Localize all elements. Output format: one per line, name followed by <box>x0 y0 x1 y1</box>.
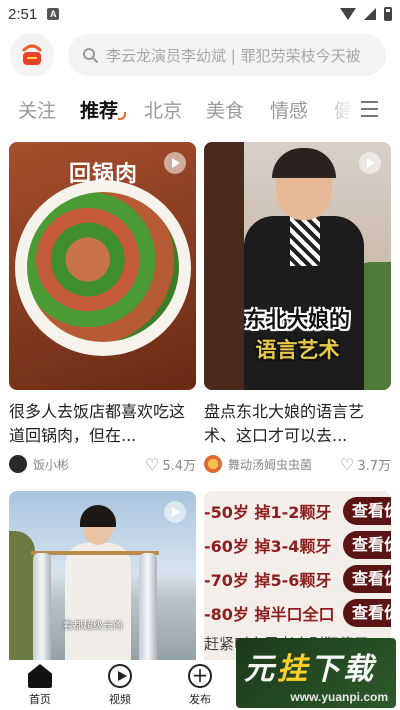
card-title[interactable]: 盘点东北大娘的语言艺术、这口才可以去... <box>204 400 391 448</box>
likes-value: 5.4万 <box>162 458 196 474</box>
nav-home[interactable]: 首页 <box>0 660 80 707</box>
video-thumbnail[interactable]: 回锅肉 <box>9 142 196 390</box>
active-tab-indicator <box>118 112 126 120</box>
signal-icon <box>364 8 376 20</box>
nav-video[interactable]: 视频 <box>80 660 160 707</box>
watermark-logo-tail: 下载 <box>310 652 376 687</box>
play-icon <box>164 152 186 174</box>
wifi-icon <box>340 8 356 20</box>
tab-fade <box>320 92 354 128</box>
status-icons <box>340 7 392 21</box>
nav-label: 视频 <box>109 693 131 706</box>
card-meta: 饭小彬 ♡ 5.4万 <box>9 454 196 474</box>
price-row: -50岁 掉1-2颗牙 查看价 <box>204 497 391 525</box>
watermark-logo: 元挂下载 <box>244 644 376 688</box>
price-row-text: -50岁 掉1-2颗牙 <box>204 503 332 522</box>
food-image: 回锅肉 <box>9 142 196 390</box>
feed-card[interactable]: 东北大娘的 语言艺术 盘点东北大娘的语言艺术、这口才可以去... 舞动汤姆虫虫菌… <box>204 142 391 474</box>
lady-image: 东北大娘的 语言艺术 <box>204 142 391 390</box>
status-bar: 2:51 A <box>0 0 400 28</box>
video-thumbnail[interactable]: 看都超级长的 <box>9 491 196 671</box>
play-icon <box>164 501 186 523</box>
video-thumbnail[interactable]: 东北大娘的 语言艺术 <box>204 142 391 390</box>
tab-recommend[interactable]: 推荐 <box>80 96 118 123</box>
header: 李云龙演员李幼斌 | 罪犯劳荣枝今天被 <box>0 32 400 78</box>
price-row-text: -60岁 掉3-4颗牙 <box>204 537 332 556</box>
card-title[interactable]: 很多人去饭店都喜欢吃这道回锅肉，但在... <box>9 400 196 448</box>
nav-label: 发布 <box>189 693 211 706</box>
price-row: -80岁 掉半口全口 查看价 <box>204 599 391 627</box>
view-price-button[interactable]: 查看价 <box>343 565 391 593</box>
watermark-url: www.yuanpi.com <box>290 690 388 704</box>
price-row: -60岁 掉3-4颗牙 查看价 <box>204 531 391 559</box>
like-count[interactable]: ♡ 5.4万 <box>145 455 196 474</box>
search-icon <box>83 48 98 63</box>
search-bar[interactable]: 李云龙演员李幼斌 | 罪犯劳荣枝今天被 <box>68 34 386 76</box>
plus-icon: + <box>188 664 212 688</box>
author-name[interactable]: 舞动汤姆虫虫菌 <box>228 456 312 473</box>
channel-menu-icon[interactable] <box>361 101 378 117</box>
author-name[interactable]: 饭小彬 <box>33 456 69 473</box>
likes-value: 3.7万 <box>357 458 391 474</box>
price-row-text: -80岁 掉半口全口 <box>204 605 335 624</box>
search-placeholder: 李云龙演员李幼斌 | 罪犯劳荣枝今天被 <box>106 46 361 65</box>
thumbnail-caption-line1: 东北大娘的 <box>245 308 350 332</box>
thumbnail-caption: 看都超级长的 <box>63 621 123 632</box>
play-icon <box>359 152 381 174</box>
watermark-logo-main: 元 <box>244 652 277 687</box>
feed-card[interactable]: 看都超级长的 <box>9 491 196 671</box>
tab-follow[interactable]: 关注 <box>18 96 56 123</box>
thumbnail-caption-line2: 语言艺术 <box>255 338 340 362</box>
nav-label: 首页 <box>29 693 51 706</box>
price-row-text: -70岁 掉5-6颗牙 <box>204 571 332 590</box>
home-icon <box>28 664 52 688</box>
view-price-button[interactable]: 查看价 <box>343 531 391 559</box>
card-meta: 舞动汤姆虫虫菌 ♡ 3.7万 <box>204 454 391 474</box>
heart-icon: ♡ <box>144 454 160 474</box>
avatar[interactable] <box>9 455 27 473</box>
nav-publish[interactable]: + 发布 <box>160 660 240 707</box>
feed-card[interactable]: 回锅肉 很多人去饭店都喜欢吃这道回锅肉，但在... 饭小彬 ♡ 5.4万 <box>9 142 196 474</box>
site-watermark: 元挂下载 www.yuanpi.com <box>236 638 396 708</box>
heart-icon: ♡ <box>339 454 355 474</box>
tab-emotion[interactable]: 情感 <box>270 96 308 123</box>
channel-tabs: 关注 推荐 北京 美食 情感 健 <box>0 92 400 128</box>
app-logo-icon[interactable] <box>10 33 54 77</box>
tab-food[interactable]: 美食 <box>206 96 244 123</box>
like-count[interactable]: ♡ 3.7万 <box>340 455 391 474</box>
price-row: -70岁 掉5-6颗牙 查看价 <box>204 565 391 593</box>
tab-beijing[interactable]: 北京 <box>144 96 182 123</box>
video-icon <box>108 664 132 688</box>
view-price-button[interactable]: 查看价 <box>343 599 391 627</box>
battery-icon <box>384 7 392 21</box>
view-price-button[interactable]: 查看价 <box>343 497 391 525</box>
notification-icon: A <box>47 8 60 20</box>
status-time: 2:51 <box>8 5 38 23</box>
watermark-logo-accent: 挂 <box>277 652 310 687</box>
thumbnail-caption: 回锅肉 <box>69 162 139 187</box>
avatar[interactable] <box>204 455 222 473</box>
